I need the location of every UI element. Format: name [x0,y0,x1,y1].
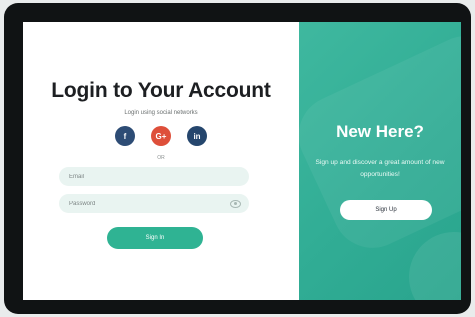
social-login-subtitle: Login using social networks [124,110,198,116]
password-field-wrapper [59,194,249,213]
signup-title: New Here? [336,122,424,141]
social-buttons: f G+ in [115,126,207,147]
decorative-circle [409,232,461,300]
sign-up-button[interactable]: Sign Up [340,200,432,220]
email-field[interactable] [69,167,229,186]
google-plus-icon[interactable]: G+ [151,126,171,146]
signup-panel: New Here? Sign up and discover a great a… [299,22,461,300]
screen: Login to Your Account Login using social… [23,22,461,300]
eye-icon[interactable] [230,200,241,208]
login-panel: Login to Your Account Login using social… [23,22,299,300]
device-frame: Login to Your Account Login using social… [4,3,471,314]
signup-description: Sign up and discover a great amount of n… [315,159,445,178]
password-field[interactable] [69,194,229,213]
page-title: Login to Your Account [51,79,271,102]
sign-in-button[interactable]: Sign In [107,227,203,249]
linkedin-icon[interactable]: in [187,126,207,146]
email-field-wrapper [59,167,249,186]
facebook-icon[interactable]: f [115,126,135,146]
or-divider: OR [157,155,165,161]
